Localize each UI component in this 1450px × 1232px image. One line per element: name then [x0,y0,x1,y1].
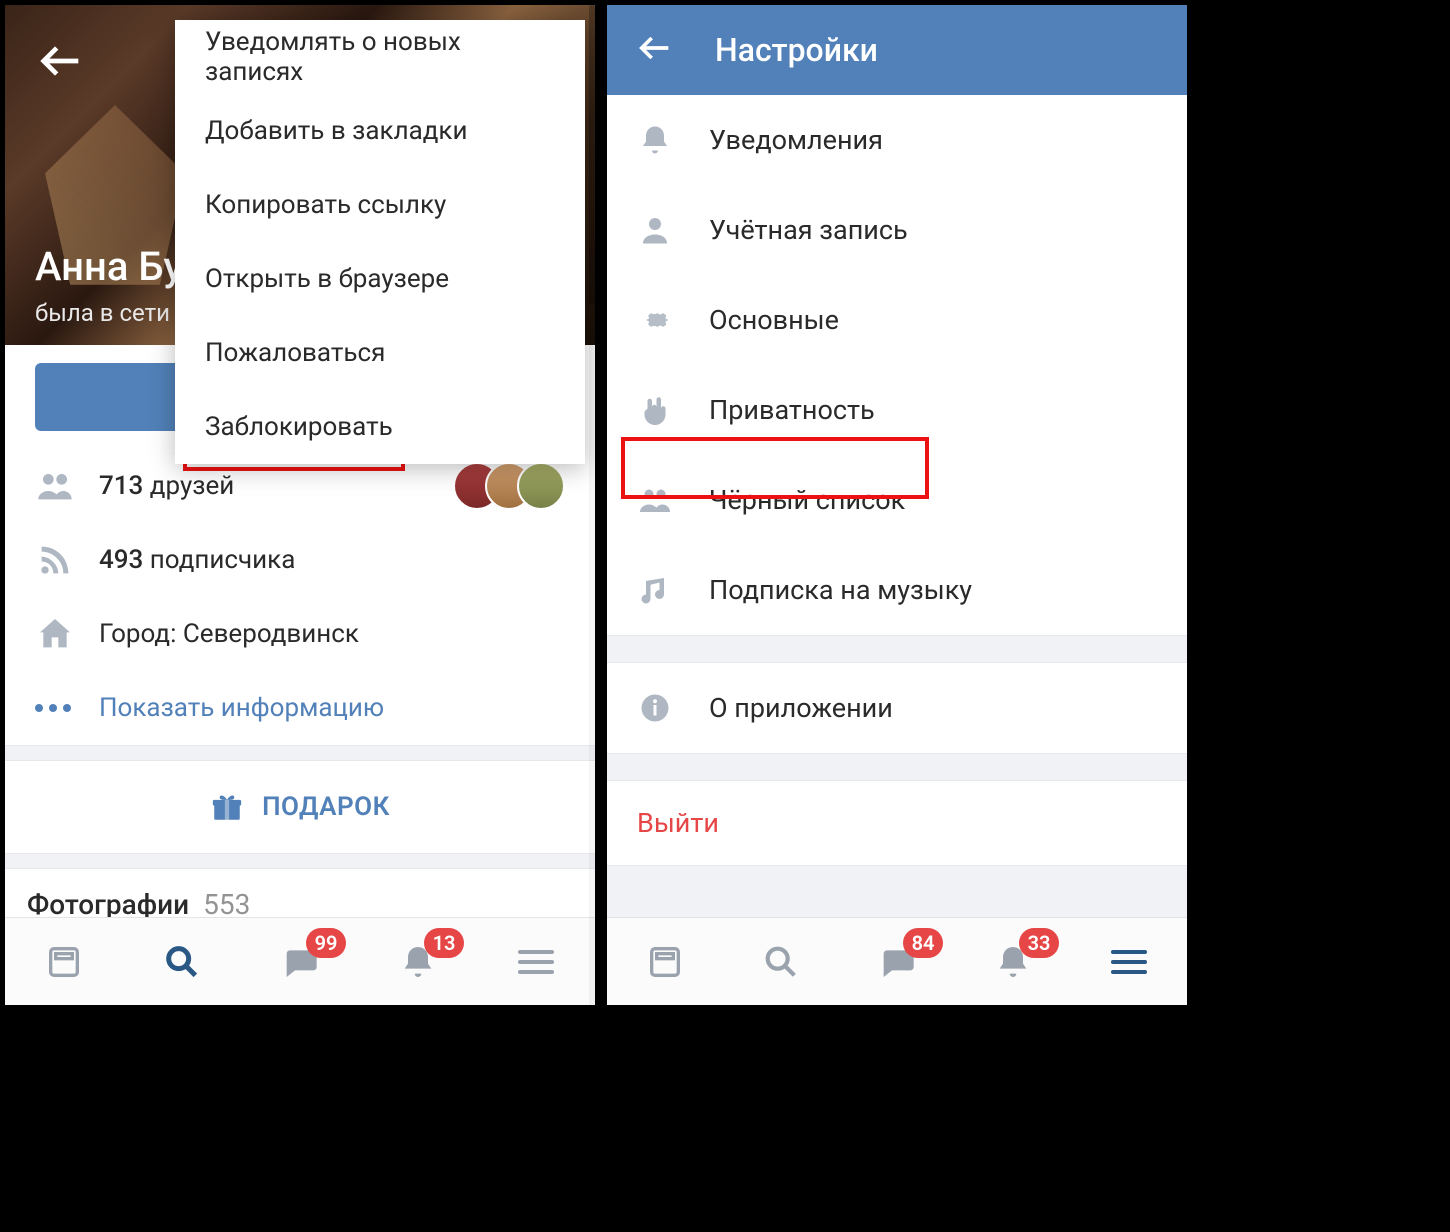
search-icon [761,942,801,982]
nav-messages[interactable]: 99 [270,932,330,992]
bottom-nav: 99 13 [5,917,595,1005]
friends-count: 713 [99,471,143,501]
nav-feed[interactable] [635,932,695,992]
settings-gap-2 [607,753,1187,781]
messages-badge: 99 [306,928,346,958]
feed-icon [645,942,685,982]
menu-report[interactable]: Пожаловаться [175,316,585,390]
photos-count: 553 [203,888,250,921]
menu-add-bookmark[interactable]: Добавить в закладки [175,94,585,168]
show-info-row[interactable]: Показать информацию [5,671,595,745]
settings-topbar: Настройки [607,5,1187,95]
menu-notify-posts[interactable]: Уведомлять о новых записях [175,20,585,94]
nav-search[interactable] [152,932,212,992]
nav-notifications[interactable]: 13 [388,932,448,992]
back-button[interactable] [635,28,675,72]
settings-list: Уведомления Учётная запись Основные Прив… [607,95,1187,635]
gift-icon [210,790,244,824]
nav-feed[interactable] [34,932,94,992]
back-arrow-icon [35,35,87,87]
followers-row[interactable]: 493 подписчика [5,523,595,597]
section-gap [5,745,595,761]
photos-label: Фотографии [27,888,189,921]
nav-messages[interactable]: 84 [867,932,927,992]
nav-notifications[interactable]: 33 [983,932,1043,992]
menu-block[interactable]: Заблокировать [175,390,585,464]
show-info-label: Показать информацию [99,693,384,723]
settings-blacklist[interactable]: Чёрный список [607,455,1187,545]
section-gap-2 [5,853,595,869]
followers-label: подписчика [150,545,296,575]
bottom-nav: 84 33 [607,917,1187,1005]
back-arrow-icon [635,28,675,68]
home-icon [35,614,75,654]
gear-icon [637,302,673,338]
settings-account[interactable]: Учётная запись [607,185,1187,275]
settings-about[interactable]: О приложении [607,663,1187,753]
profile-status: была в сети [35,299,170,327]
group-icon [637,482,673,518]
city-value: Северодвинск [183,619,359,649]
gift-label: ПОДАРОК [262,792,390,822]
notifications-badge: 33 [1019,928,1059,958]
screen-settings: Настройки Уведомления Учётная запись Осн… [607,5,1187,1005]
scrollbar-thumb[interactable] [589,5,595,305]
settings-notifications[interactable]: Уведомления [607,95,1187,185]
messages-badge: 84 [903,928,943,958]
info-icon [637,690,673,726]
followers-count: 493 [99,545,143,575]
music-icon [637,572,673,608]
city-row[interactable]: Город: Северодвинск [5,597,595,671]
settings-general[interactable]: Основные [607,275,1187,365]
back-button[interactable] [35,35,87,91]
hamburger-icon [1111,950,1147,974]
city-label: Город: [99,619,176,649]
scrollbar[interactable] [589,5,595,1005]
settings-title: Настройки [715,31,878,69]
friends-label: друзей [150,471,234,501]
hand-icon [637,392,673,428]
hamburger-icon [518,950,554,974]
profile-dropdown-menu: Уведомлять о новых записях Добавить в за… [175,20,585,464]
logout-button[interactable]: Выйти [607,781,1187,865]
nav-menu[interactable] [1099,932,1159,992]
settings-gap [607,635,1187,663]
bell-icon [637,122,673,158]
friends-avatars [469,462,565,510]
screen-profile: Анна Бу была в сети Сообщ 713 друзей 493… [5,5,595,1005]
profile-name: Анна Бу [35,243,183,290]
settings-privacy[interactable]: Приватность [607,365,1187,455]
more-dots-icon [35,704,75,712]
user-icon [637,212,673,248]
nav-menu[interactable] [506,932,566,992]
feed-icon [44,942,84,982]
friends-icon [35,466,75,506]
rss-icon [35,540,75,580]
menu-open-browser[interactable]: Открыть в браузере [175,242,585,316]
search-icon [162,942,202,982]
menu-copy-link[interactable]: Копировать ссылку [175,168,585,242]
notifications-badge: 13 [424,928,464,958]
settings-music[interactable]: Подписка на музыку [607,545,1187,635]
gift-button[interactable]: ПОДАРОК [5,761,595,853]
nav-search[interactable] [751,932,811,992]
